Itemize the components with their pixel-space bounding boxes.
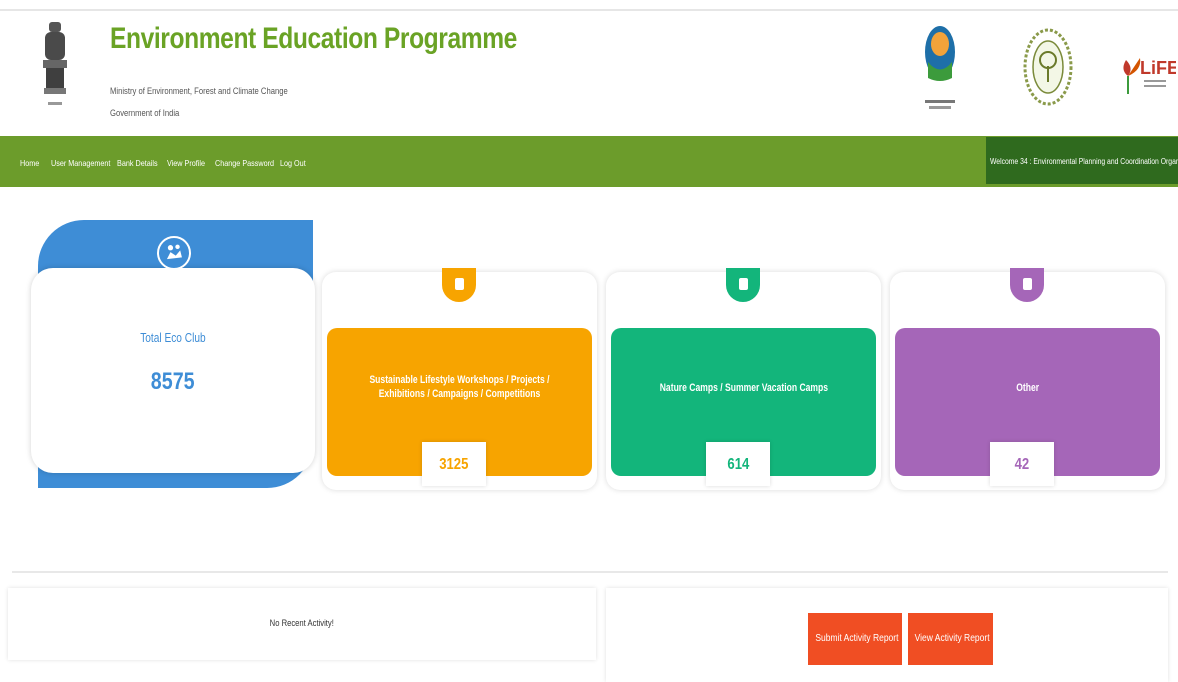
submit-activity-report-button[interactable]: Submit Activity Report [808,613,902,665]
submit-button-label: Submit Activity Report [815,633,899,644]
activity-card-workshops[interactable]: Sustainable Lifestyle Workshops / Projec… [322,268,597,490]
government-name: Government of India [110,108,180,118]
nature-camps-value-text: 614 [727,456,749,473]
view-activity-report-button[interactable]: View Activity Report [908,613,993,665]
eco-club-label: Total Eco Club [31,330,315,345]
national-emblem-icon [43,22,67,105]
workshops-title: Sustainable Lifestyle Workshops / Projec… [337,373,582,401]
other-value: 42 [990,442,1054,486]
eco-club-icon [157,236,191,270]
workshops-value: 3125 [422,442,486,486]
nav-home[interactable]: Home [20,158,39,168]
activity-card-other[interactable]: Other 42 [890,268,1165,490]
site-title: Environment Education Programme [110,22,517,55]
life-logo-icon: LiFE [1123,58,1176,94]
eco-club-value-text: 8575 [151,368,195,395]
welcome-banner: Welcome 34 : Environmental Planning and … [986,137,1178,184]
other-title: Other [905,381,1150,395]
top-divider [0,9,1178,11]
svg-text:LiFE: LiFE [1140,58,1176,78]
nature-camps-value: 614 [706,442,770,486]
eco-club-value: 8575 [31,368,315,396]
nature-camps-title: Nature Camps / Summer Vacation Camps [621,381,866,395]
nav-log-out[interactable]: Log Out [280,158,306,168]
other-value-text: 42 [1014,456,1030,473]
activity-card-nature-camps[interactable]: Nature Camps / Summer Vacation Camps 614 [606,268,881,490]
view-button-label: View Activity Report [914,633,990,644]
nav-view-profile[interactable]: View Profile [167,158,205,168]
welcome-text: Welcome 34 : Environmental Planning and … [990,157,1178,166]
nature-camps-title-text: Nature Camps / Summer Vacation Camps [659,382,828,394]
ministry-logo-icon [925,26,955,109]
workshops-value-text: 3125 [439,456,469,473]
recent-activity-text: No Recent Activity! [8,618,596,628]
recent-activity-panel: No Recent Activity! [8,588,596,660]
section-divider [12,571,1168,573]
workshops-icon [442,268,476,302]
ministry-name: Ministry of Environment, Forest and Clim… [110,86,288,96]
eco-club-label-text: Total Eco Club [140,330,206,345]
other-title-text: Other [1016,382,1039,394]
nav-change-password[interactable]: Change Password [215,158,274,168]
workshops-title-text: Sustainable Lifestyle Workshops / Projec… [369,374,550,400]
tree-seal-logo-icon [1023,28,1073,106]
other-icon [1010,268,1044,302]
nav-bank-details[interactable]: Bank Details [117,158,158,168]
recent-activity-message: No Recent Activity! [269,618,335,628]
nav-user-management[interactable]: User Management [51,158,110,168]
nature-camps-icon [726,268,760,302]
